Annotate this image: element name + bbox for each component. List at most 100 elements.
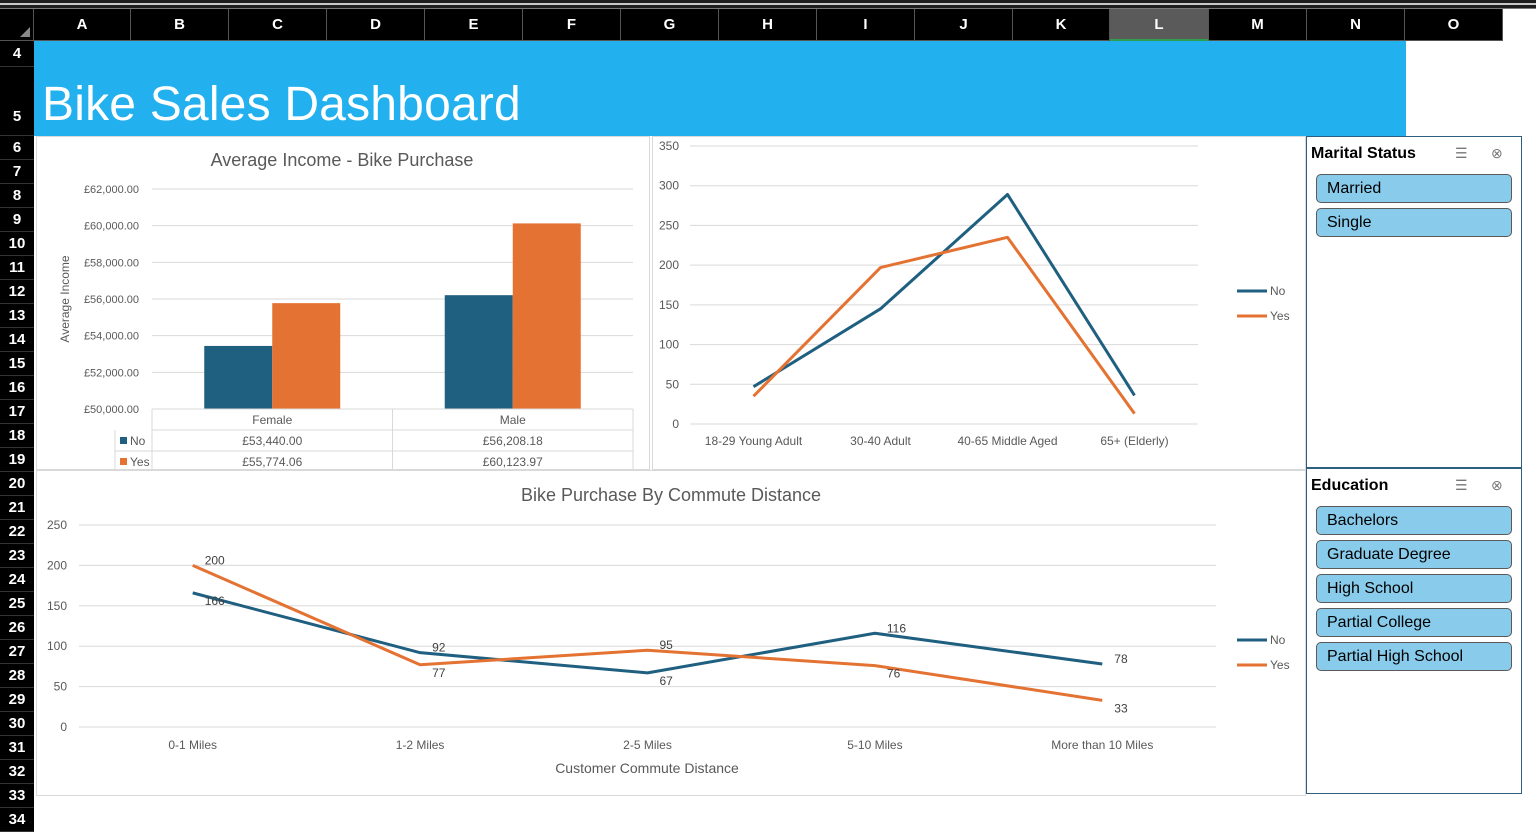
data-label: 95	[660, 638, 674, 652]
column-header-h[interactable]: H	[719, 9, 817, 41]
row-header-23[interactable]: 23	[0, 544, 34, 568]
row-header-8[interactable]: 8	[0, 184, 34, 208]
slicer-item[interactable]: Partial High School	[1316, 642, 1512, 671]
row-header-27[interactable]: 27	[0, 640, 34, 664]
row-header-18[interactable]: 18	[0, 424, 34, 448]
table-cell: £60,123.97	[483, 455, 543, 469]
row-header-28[interactable]: 28	[0, 664, 34, 688]
y-tick-label: 300	[659, 179, 679, 193]
slicer-item[interactable]: Partial College	[1316, 608, 1512, 637]
column-header-c[interactable]: C	[229, 9, 327, 41]
income-chart[interactable]: Average Income - Bike Purchase Average I…	[36, 136, 650, 473]
y-tick-label: £56,000.00	[84, 294, 139, 306]
column-header-o[interactable]: O	[1405, 9, 1503, 41]
y-tick-label: 100	[659, 338, 679, 352]
slicer-item[interactable]: Bachelors	[1316, 506, 1512, 535]
bar-no-male	[444, 295, 513, 409]
data-label: 166	[205, 594, 225, 608]
row-header-5[interactable]: 5	[0, 67, 34, 136]
age-bracket-chart[interactable]: 0 50 100 150 200 250 300 350 18-29 Young Adult 30…	[652, 136, 1306, 470]
clear-filter-icon[interactable]: ⊗	[1491, 477, 1503, 494]
clear-filter-icon[interactable]: ⊗	[1491, 145, 1503, 162]
row-header-4[interactable]: 4	[0, 41, 34, 67]
column-header-g[interactable]: G	[621, 9, 719, 41]
data-label: 77	[432, 666, 446, 680]
row-header-33[interactable]: 33	[0, 784, 34, 808]
y-tick-label: 200	[47, 558, 67, 572]
y-tick-label: 50	[54, 680, 68, 694]
commute-line-chart-svg: Bike Purchase By Commute Distance Custom…	[47, 485, 1290, 776]
column-header-l[interactable]: L	[1110, 9, 1209, 41]
row-header-24[interactable]: 24	[0, 568, 34, 592]
y-tick-label: 0	[60, 720, 67, 734]
row-header-16[interactable]: 16	[0, 376, 34, 400]
slicer-item[interactable]: Graduate Degree	[1316, 540, 1512, 569]
row-header-25[interactable]: 25	[0, 592, 34, 616]
y-tick-label: £58,000.00	[84, 257, 139, 269]
series-line-yes	[192, 564, 1103, 702]
data-label: 200	[205, 553, 225, 567]
row-header-31[interactable]: 31	[0, 736, 34, 760]
dashboard-title: Bike Sales Dashboard	[42, 78, 521, 131]
y-tick-label: 250	[659, 218, 679, 232]
column-header-i[interactable]: I	[817, 9, 915, 41]
slicer-item[interactable]: High School	[1316, 574, 1512, 603]
chart-title: Average Income - Bike Purchase	[211, 150, 474, 170]
row-header-14[interactable]: 14	[0, 328, 34, 352]
row-header-30[interactable]: 30	[0, 712, 34, 736]
table-cell: £56,208.18	[483, 434, 543, 448]
y-tick-label: 100	[47, 639, 67, 653]
row-header-21[interactable]: 21	[0, 496, 34, 520]
x-tick-label: 30-40 Adult	[850, 434, 911, 448]
row-header-9[interactable]: 9	[0, 208, 34, 232]
y-tick-label: £60,000.00	[84, 221, 139, 233]
row-header-19[interactable]: 19	[0, 448, 34, 472]
column-header-d[interactable]: D	[327, 9, 425, 41]
column-header-k[interactable]: K	[1013, 9, 1110, 41]
x-tick-label: 2-5 Miles	[623, 738, 672, 752]
x-tick-label: 18-29 Young Adult	[705, 434, 803, 448]
column-header-n[interactable]: N	[1307, 9, 1405, 41]
row-header-12[interactable]: 12	[0, 280, 34, 304]
row-header-7[interactable]: 7	[0, 160, 34, 184]
row-header-29[interactable]: 29	[0, 688, 34, 712]
row-header-32[interactable]: 32	[0, 760, 34, 784]
row-header-17[interactable]: 17	[0, 400, 34, 424]
y-tick-label: £62,000.00	[84, 184, 139, 196]
marital-status-slicer[interactable]: Marital Status ☰ ⊗ Married Single	[1306, 136, 1522, 468]
commute-chart[interactable]: Bike Purchase By Commute Distance Custom…	[36, 470, 1306, 796]
data-label: 78	[1114, 652, 1128, 666]
row-header-11[interactable]: 11	[0, 256, 34, 280]
bar-yes-female	[272, 303, 341, 409]
education-slicer[interactable]: Education ☰ ⊗ Bachelors Graduate Degree Hi…	[1306, 468, 1522, 794]
slicer-item[interactable]: Single	[1316, 208, 1512, 237]
row-header-10[interactable]: 10	[0, 232, 34, 256]
table-cell: £53,440.00	[242, 434, 302, 448]
row-header-34[interactable]: 34	[0, 808, 34, 832]
x-tick-label: 40-65 Middle Aged	[957, 434, 1057, 448]
column-header-j[interactable]: J	[915, 9, 1013, 41]
x-tick-label: 5-10 Miles	[847, 738, 902, 752]
row-header-20[interactable]: 20	[0, 472, 34, 496]
select-all-corner[interactable]	[0, 9, 34, 41]
legend-label: Yes	[1270, 658, 1290, 672]
column-header-f[interactable]: F	[523, 9, 621, 41]
multi-select-icon[interactable]: ☰	[1455, 477, 1468, 494]
dashboard-banner: Bike Sales Dashboard	[34, 41, 1406, 136]
row-header-22[interactable]: 22	[0, 520, 34, 544]
column-header-m[interactable]: M	[1209, 9, 1307, 41]
ribbon-edge	[0, 0, 1536, 9]
row-header-26[interactable]: 26	[0, 616, 34, 640]
column-header-a[interactable]: A	[34, 9, 131, 41]
series-line-no	[752, 192, 1136, 397]
column-header-b[interactable]: B	[131, 9, 229, 41]
slicer-item[interactable]: Married	[1316, 174, 1512, 203]
row-header-6[interactable]: 6	[0, 136, 34, 160]
multi-select-icon[interactable]: ☰	[1455, 145, 1468, 162]
column-header-e[interactable]: E	[425, 9, 523, 41]
y-tick-label: 0	[672, 417, 679, 431]
row-header-15[interactable]: 15	[0, 352, 34, 376]
row-header-13[interactable]: 13	[0, 304, 34, 328]
data-label: 92	[432, 641, 446, 655]
legend-label: No	[1270, 633, 1286, 647]
